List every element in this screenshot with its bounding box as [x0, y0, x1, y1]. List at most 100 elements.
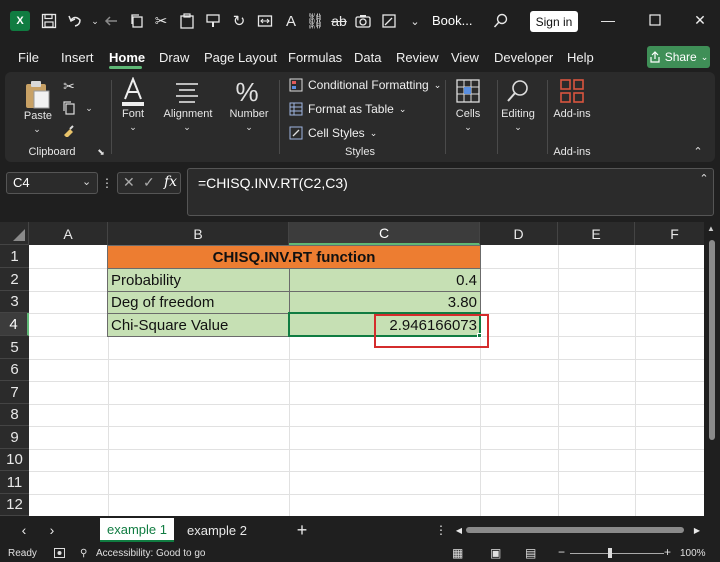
table-header-cell[interactable]: CHISQ.INV.RT function	[107, 245, 481, 269]
minimize-icon[interactable]: —	[598, 10, 618, 30]
sign-in-button[interactable]: Sign in	[530, 11, 578, 32]
probability-label-cell[interactable]: Probability	[107, 268, 290, 292]
macro-record-icon[interactable]	[54, 548, 65, 561]
font-icon[interactable]	[117, 76, 149, 108]
zoom-in-icon[interactable]: +	[664, 545, 671, 559]
column-header-f[interactable]: F	[635, 222, 704, 245]
paste-label[interactable]: Paste	[21, 110, 55, 122]
row-header-2[interactable]: 2	[0, 268, 29, 291]
collapse-formula-bar-icon[interactable]: ⌃	[698, 172, 710, 185]
row-header-12[interactable]: 12	[0, 494, 29, 516]
vertical-scroll-thumb[interactable]	[709, 240, 715, 440]
tab-view[interactable]: View	[451, 50, 479, 65]
alignment-dropdown-icon[interactable]: ⌄	[179, 122, 195, 133]
accessibility-icon[interactable]: ⚲	[80, 548, 87, 559]
row-header-11[interactable]: 11	[0, 471, 29, 494]
close-icon[interactable]: ✕	[690, 10, 710, 30]
row-header-4[interactable]: 4	[0, 313, 29, 336]
editing-search-icon[interactable]	[503, 76, 533, 106]
copy-icon[interactable]	[61, 100, 77, 116]
formula-bar-grip-icon[interactable]: ⋮	[101, 174, 113, 192]
cells-icon[interactable]	[453, 76, 483, 106]
row-header-6[interactable]: 6	[0, 359, 29, 381]
redo-icon[interactable]	[100, 10, 122, 32]
cells-dropdown-icon[interactable]: ⌄	[460, 122, 476, 133]
deg-of-freedom-value-cell[interactable]: 3.80	[289, 291, 481, 314]
zoom-out-icon[interactable]: −	[558, 545, 565, 559]
format-painter-icon[interactable]	[202, 10, 224, 32]
name-box-dropdown-icon[interactable]: ⌄	[82, 175, 91, 188]
row-header-8[interactable]: 8	[0, 404, 29, 426]
font-dropdown-icon[interactable]: ⌄	[125, 122, 141, 133]
normal-view-icon[interactable]: ▦	[452, 546, 463, 560]
link-icon[interactable]: ⛓	[304, 10, 326, 32]
probability-value-cell[interactable]: 0.4	[289, 268, 481, 292]
tab-draw[interactable]: Draw	[159, 50, 189, 65]
tab-formulas[interactable]: Formulas	[288, 50, 342, 65]
tab-home[interactable]: Home	[109, 50, 145, 65]
paste-icon[interactable]	[176, 10, 198, 32]
sheet-tab-example-1[interactable]: example 1	[100, 518, 174, 542]
percent-icon[interactable]: %	[231, 76, 263, 108]
collapse-ribbon-icon[interactable]: ⌃	[691, 144, 705, 158]
cut-icon[interactable]: ✂	[61, 78, 77, 94]
copy-dropdown-icon[interactable]: ⌄	[83, 100, 95, 116]
redo-alt-icon[interactable]: ↻	[228, 10, 250, 32]
column-header-a[interactable]: A	[29, 222, 108, 245]
column-header-d[interactable]: D	[480, 222, 558, 245]
save-icon[interactable]	[38, 10, 60, 32]
editing-dropdown-icon[interactable]: ⌄	[510, 122, 526, 133]
spreadsheet-grid[interactable]: A B C D E F 1 2 3 4 5 6 7 8 9 10 11 12 C…	[0, 222, 704, 516]
select-all-button[interactable]	[0, 222, 29, 245]
font-label[interactable]: Font	[115, 108, 151, 120]
tab-review[interactable]: Review	[396, 50, 439, 65]
row-header-5[interactable]: 5	[0, 336, 29, 359]
tab-page-layout[interactable]: Page Layout	[204, 50, 277, 65]
page-break-view-icon[interactable]: ▤	[525, 546, 536, 560]
tab-splitter-icon[interactable]: ⋮	[435, 518, 447, 542]
cell-styles-button[interactable]: Cell Styles ⌄	[289, 126, 377, 140]
number-label[interactable]: Number	[227, 108, 271, 120]
tab-developer[interactable]: Developer	[494, 50, 553, 65]
undo-icon[interactable]	[64, 10, 86, 32]
cancel-icon[interactable]: ✕	[123, 174, 135, 191]
scroll-left-icon[interactable]: ◀	[454, 518, 464, 542]
scroll-up-icon[interactable]: ▲	[707, 224, 715, 233]
add-ins-label[interactable]: Add-ins	[549, 108, 595, 120]
merge-icon[interactable]	[254, 10, 276, 32]
camera-icon[interactable]	[352, 10, 374, 32]
enter-icon[interactable]: ✓	[143, 174, 155, 191]
zoom-slider[interactable]	[570, 553, 664, 554]
font-icon[interactable]: A	[280, 10, 302, 32]
deg-of-freedom-label-cell[interactable]: Deg of freedom	[107, 291, 290, 314]
tab-file[interactable]: File	[18, 50, 39, 65]
tab-insert[interactable]: Insert	[61, 50, 94, 65]
formula-input[interactable]: =CHISQ.INV.RT(C2,C3)	[187, 168, 714, 216]
conditional-formatting-button[interactable]: Conditional Formatting ⌄	[289, 78, 441, 92]
zoom-slider-thumb[interactable]	[608, 548, 612, 558]
copy-icon[interactable]	[126, 10, 148, 32]
search-icon[interactable]	[490, 10, 512, 32]
zoom-level[interactable]: 100%	[680, 548, 706, 559]
format-painter-icon[interactable]	[61, 122, 77, 138]
clipboard-launcher-icon[interactable]: ⬊	[95, 146, 107, 158]
draw-icon[interactable]	[378, 10, 400, 32]
column-header-b[interactable]: B	[108, 222, 289, 245]
cut-icon[interactable]: ✂	[150, 10, 172, 32]
row-header-7[interactable]: 7	[0, 381, 29, 404]
row-header-9[interactable]: 9	[0, 426, 29, 449]
tab-help[interactable]: Help	[567, 50, 594, 65]
row-header-1[interactable]: 1	[0, 245, 29, 268]
column-header-e[interactable]: E	[558, 222, 635, 245]
paste-icon[interactable]	[21, 78, 53, 110]
row-header-3[interactable]: 3	[0, 291, 29, 313]
next-sheet-icon[interactable]: ›	[42, 518, 62, 542]
add-ins-icon[interactable]	[557, 76, 587, 106]
more-icon[interactable]: ⌄	[404, 10, 426, 32]
page-layout-view-icon[interactable]: ▣	[490, 546, 501, 560]
add-sheet-button[interactable]: +	[292, 518, 312, 542]
vertical-scrollbar[interactable]: ▲	[704, 222, 720, 516]
strikethrough-icon[interactable]: ab	[328, 10, 350, 32]
paste-dropdown-icon[interactable]: ⌄	[29, 124, 45, 135]
editing-label[interactable]: Editing	[495, 108, 541, 120]
